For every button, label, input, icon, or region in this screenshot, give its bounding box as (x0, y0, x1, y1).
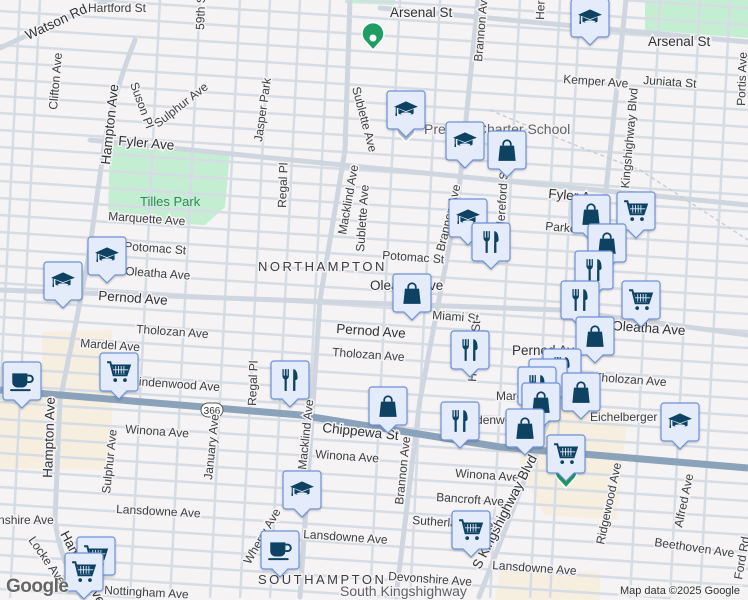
label-eichelberger: Eichelberger St (590, 410, 673, 424)
marker-school[interactable] (660, 402, 700, 450)
label-portis: Portis Ave (734, 52, 748, 107)
label-northampton: NORTHAMPTON (258, 259, 387, 274)
label-hampton-s: Hampton Ave (40, 397, 58, 478)
label-oleatha-e: Oleatha Ave (612, 318, 686, 338)
label-potomac-w: Potomac St (124, 239, 188, 257)
label-lansdowne-w: Lansdowne Ave (116, 502, 201, 520)
label-hartford: Hartford St (88, 1, 147, 15)
marker-restaurant[interactable] (450, 330, 490, 378)
label-juniata: Juniata St (643, 73, 698, 91)
label-brannon-n: Brannon Ave (471, 0, 491, 62)
marker-school[interactable] (87, 236, 127, 284)
label-hereford-n: Hereford St (533, 0, 549, 20)
label-jasper: Jasper Park (251, 76, 274, 142)
marker-cafe[interactable] (260, 530, 300, 578)
label-tholozan-e: Tholozan Ave (594, 370, 668, 389)
label-tilles-park: Tilles Park (140, 194, 201, 209)
label-regal-n: Regal Pl (275, 162, 291, 208)
label-arsenal-st: Arsenal St (648, 34, 711, 49)
label-nottingham: Nottingham Ave (104, 583, 189, 600)
label-pernod-w: Pernod Ave (98, 288, 168, 308)
label-59th: 59th St (193, 0, 208, 30)
label-tholozan-w: Tholozan Ave (136, 322, 210, 341)
label-tholozan-c: Tholozan Ave (332, 345, 406, 364)
label-winona-w: Winona Ave (125, 422, 190, 440)
label-regal-s: Regal Pl (245, 360, 261, 406)
marker-school[interactable] (282, 470, 322, 518)
label-kingshighway-n: S Kingshighway Blvd (617, 87, 641, 200)
label-south-kingshighway: South Kingshighway (340, 583, 467, 599)
label-winona-c: Winona Ave (315, 447, 380, 465)
marker-background (450, 330, 490, 378)
label-oleatha-w: Oleatha Ave (125, 264, 191, 283)
green-place-pin[interactable] (361, 21, 385, 52)
label-beethoven: Beethoven Ave (654, 535, 736, 560)
label-lindenwood-w: Lindenwood Ave (132, 374, 221, 394)
label-pernod-c: Pernod Ave (336, 321, 406, 341)
label-arsenal-st: Arsenal St (390, 5, 453, 20)
label-ford: Ford Rd (731, 535, 748, 580)
marker-school[interactable] (43, 261, 83, 309)
label-sulphur-n: Sulphur Ave (151, 79, 211, 130)
google-logo: Google (6, 576, 69, 597)
marker-shop[interactable] (487, 130, 527, 178)
map-attribution[interactable]: Map data ©2025 Google (617, 585, 742, 597)
map-canvas[interactable]: 366 Arsenal St Arsenal St Hartford St Wa… (0, 0, 748, 600)
label-watson: Watson Rd (23, 1, 89, 43)
label-devonshire-w: Devonshire Ave (0, 513, 54, 527)
marker-school[interactable] (570, 0, 610, 46)
label-clifton: Clifton Ave (46, 52, 65, 110)
label-lansdowne-c: Lansdowne Ave (303, 527, 389, 547)
